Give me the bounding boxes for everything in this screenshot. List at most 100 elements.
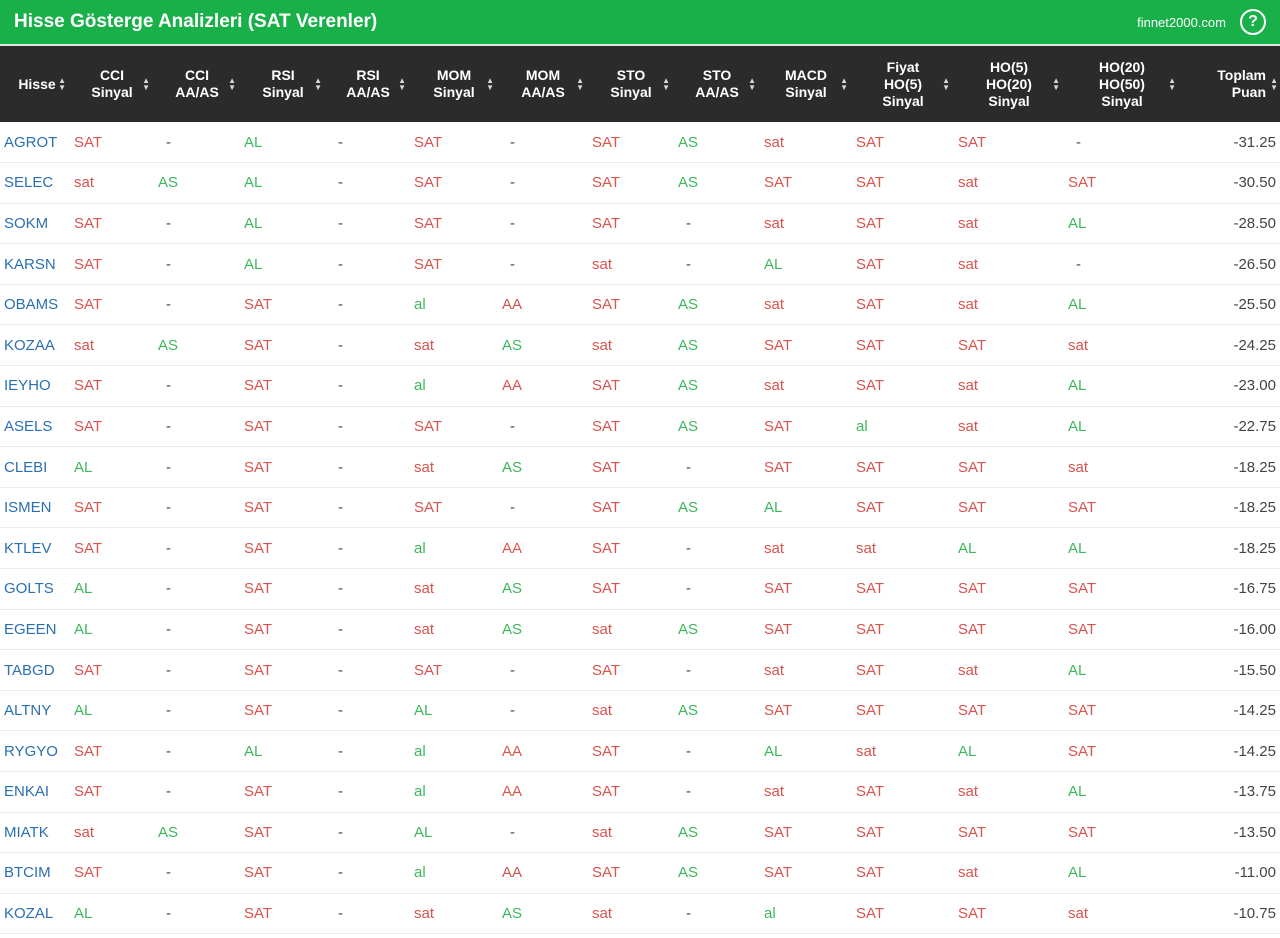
table-row[interactable]: ISMEN SAT - SAT - SAT - SAT AS AL SAT SAT SAT -18.25 [0,487,1280,528]
table-row[interactable]: ALTNY AL - SAT - AL - sat AS SAT SAT SAT SAT -14.25 [0,690,1280,731]
stock-symbol[interactable]: OBAMS [0,284,70,325]
sort-arrows-icon[interactable]: ▲ ▼ [398,77,406,92]
signal-cell: - [510,255,515,273]
stock-symbol[interactable]: KTLEV [0,528,70,569]
stock-symbol[interactable]: ASELS [0,406,70,447]
signal-cell: SAT [856,499,885,517]
table-row[interactable]: KARSN SAT - AL - SAT - sat - AL SAT sat - -26.50 [0,244,1280,285]
column-header[interactable]: Hisse ▲ ▼ [0,46,70,122]
sort-arrows-icon[interactable]: ▲ ▼ [314,77,322,92]
table-row[interactable]: TABGD SAT - SAT - SAT - SAT - sat SAT sat AL -15.50 [0,650,1280,691]
signal-cell: - [686,580,691,598]
signal-cell: sat [856,539,877,557]
column-header[interactable]: HO(5) HO(20) Sinyal ▲ ▼ [954,46,1064,122]
signal-cell: - [338,417,343,435]
stock-symbol[interactable]: ENKAI [0,772,70,813]
table-row[interactable]: CLEBI AL - SAT - sat AS SAT - SAT SAT SAT sat -18.25 [0,447,1280,488]
stock-symbol[interactable]: AGROT [0,122,70,163]
column-header[interactable]: MOM Sinyal ▲ ▼ [410,46,498,122]
column-header[interactable]: STO Sinyal ▲ ▼ [588,46,674,122]
column-header[interactable]: Toplam Puan ▲ ▼ [1180,46,1280,122]
stock-symbol[interactable]: SOKM [0,203,70,244]
sort-arrows-icon[interactable]: ▲ ▼ [942,77,950,92]
table-row[interactable]: MIATK sat AS SAT - AL - sat AS SAT SAT SAT SAT -13.50 [0,812,1280,853]
column-header[interactable]: STO AA/AS ▲ ▼ [674,46,760,122]
signal-cell: - [166,133,171,151]
table-row[interactable]: KTLEV SAT - SAT - al AA SAT - sat sat AL AL -18.25 [0,528,1280,569]
sort-arrows-icon[interactable]: ▲ ▼ [486,77,494,92]
column-header[interactable]: RSI AA/AS ▲ ▼ [326,46,410,122]
signal-cell: SAT [764,336,793,354]
stock-symbol[interactable]: KARSN [0,244,70,285]
signal-cell: SAT [764,823,793,841]
table-row[interactable]: ENKAI SAT - SAT - al AA SAT - sat SAT sat AL -13.75 [0,772,1280,813]
signal-cell: sat [592,620,613,638]
table-row[interactable]: IEYHO SAT - SAT - al AA SAT AS sat SAT sat AL -23.00 [0,366,1280,407]
stock-symbol[interactable]: RYGYO [0,731,70,772]
signal-cell: AL [764,255,783,273]
stock-symbol[interactable]: IEYHO [0,366,70,407]
table-row[interactable]: BTCIM SAT - SAT - al AA SAT AS SAT SAT sat AL -11.00 [0,853,1280,894]
signal-cell: SAT [958,133,987,151]
signal-cell: SAT [856,296,885,314]
stock-symbol[interactable]: CLEBI [0,447,70,488]
stock-symbol[interactable]: KOZAL [0,893,70,934]
signal-cell: - [338,742,343,760]
sort-arrows-icon[interactable]: ▲ ▼ [1270,77,1278,92]
question-circle-icon[interactable]: ? [1240,9,1266,35]
signal-cell: AS [502,458,523,476]
stock-symbol[interactable]: GOLTS [0,569,70,610]
stock-symbol[interactable]: MIATK [0,812,70,853]
table-row[interactable]: KOZAL AL - SAT - sat AS sat - al SAT SAT sat -10.75 [0,893,1280,934]
column-header[interactable]: CCI Sinyal ▲ ▼ [70,46,154,122]
table-row[interactable]: SOKM SAT - AL - SAT - SAT - sat SAT sat AL -28.50 [0,203,1280,244]
sort-arrows-icon[interactable]: ▲ ▼ [58,77,66,92]
total-score: -25.50 [1233,296,1276,314]
table-row[interactable]: KOZAA sat AS SAT - sat AS sat AS SAT SAT SAT sat -24.… [0,325,1280,366]
signal-cell: - [166,255,171,273]
signal-cell: SAT [856,377,885,395]
stock-symbol[interactable]: KOZAA [0,325,70,366]
table-row[interactable]: OBAMS SAT - SAT - al AA SAT AS sat SAT sat AL -25.50 [0,284,1280,325]
signal-cell: SAT [764,702,793,720]
sort-arrows-icon[interactable]: ▲ ▼ [1168,77,1176,92]
signal-cell: AS [678,702,699,720]
page-title: Hisse Gösterge Analizleri (SAT Verenler) [14,11,378,32]
column-header-label: MOM AA/AS [521,67,565,100]
column-header[interactable]: MOM AA/AS ▲ ▼ [498,46,588,122]
signal-cell: - [338,905,343,923]
sort-arrows-icon[interactable]: ▲ ▼ [142,77,150,92]
sort-arrows-icon[interactable]: ▲ ▼ [662,77,670,92]
signal-cell: AA [502,783,523,801]
signal-cell: sat [74,823,95,841]
total-score: -30.50 [1233,174,1276,192]
signal-cell: - [166,458,171,476]
stock-symbol[interactable]: BTCIM [0,853,70,894]
signal-cell: SAT [414,133,443,151]
stock-symbol[interactable]: SELEC [0,163,70,204]
sort-arrows-icon[interactable]: ▲ ▼ [228,77,236,92]
sort-arrows-icon[interactable]: ▲ ▼ [840,77,848,92]
sort-arrows-icon[interactable]: ▲ ▼ [1052,77,1060,92]
signal-cell: AS [502,336,523,354]
table-row[interactable]: GOLTS AL - SAT - sat AS SAT - SAT SAT SAT SAT -16.75 [0,569,1280,610]
table-row[interactable]: ASELS SAT - SAT - SAT - SAT AS SAT al sat AL -22.75 [0,406,1280,447]
stock-symbol[interactable]: ISMEN [0,487,70,528]
signal-cell: SAT [958,336,987,354]
column-header[interactable]: RSI Sinyal ▲ ▼ [240,46,326,122]
table-row[interactable]: SELEC sat AS AL - SAT - SAT AS SAT SAT sat SAT -30.50 [0,163,1280,204]
table-row[interactable]: AGROT SAT - AL - SAT - SAT AS sat SAT SAT - -31.25 [0,122,1280,163]
table-row[interactable]: RYGYO SAT - AL - al AA SAT - AL sat AL SAT -14.25 [0,731,1280,772]
stock-symbol[interactable]: ALTNY [0,690,70,731]
column-header[interactable]: Fiyat HO(5) Sinyal ▲ ▼ [852,46,954,122]
brand-link[interactable]: finnet2000.com [1137,15,1226,30]
stock-symbol[interactable]: EGEEN [0,609,70,650]
table-row[interactable]: EGEEN AL - SAT - sat AS sat AS SAT SAT SAT SAT -16.00 [0,609,1280,650]
stock-symbol[interactable]: TABGD [0,650,70,691]
column-header[interactable]: CCI AA/AS ▲ ▼ [154,46,240,122]
column-header[interactable]: HO(20) HO(50) Sinyal ▲ ▼ [1064,46,1180,122]
sort-arrows-icon[interactable]: ▲ ▼ [748,77,756,92]
sort-arrows-icon[interactable]: ▲ ▼ [576,77,584,92]
column-header[interactable]: MACD Sinyal ▲ ▼ [760,46,852,122]
signal-cell: - [1076,255,1081,273]
